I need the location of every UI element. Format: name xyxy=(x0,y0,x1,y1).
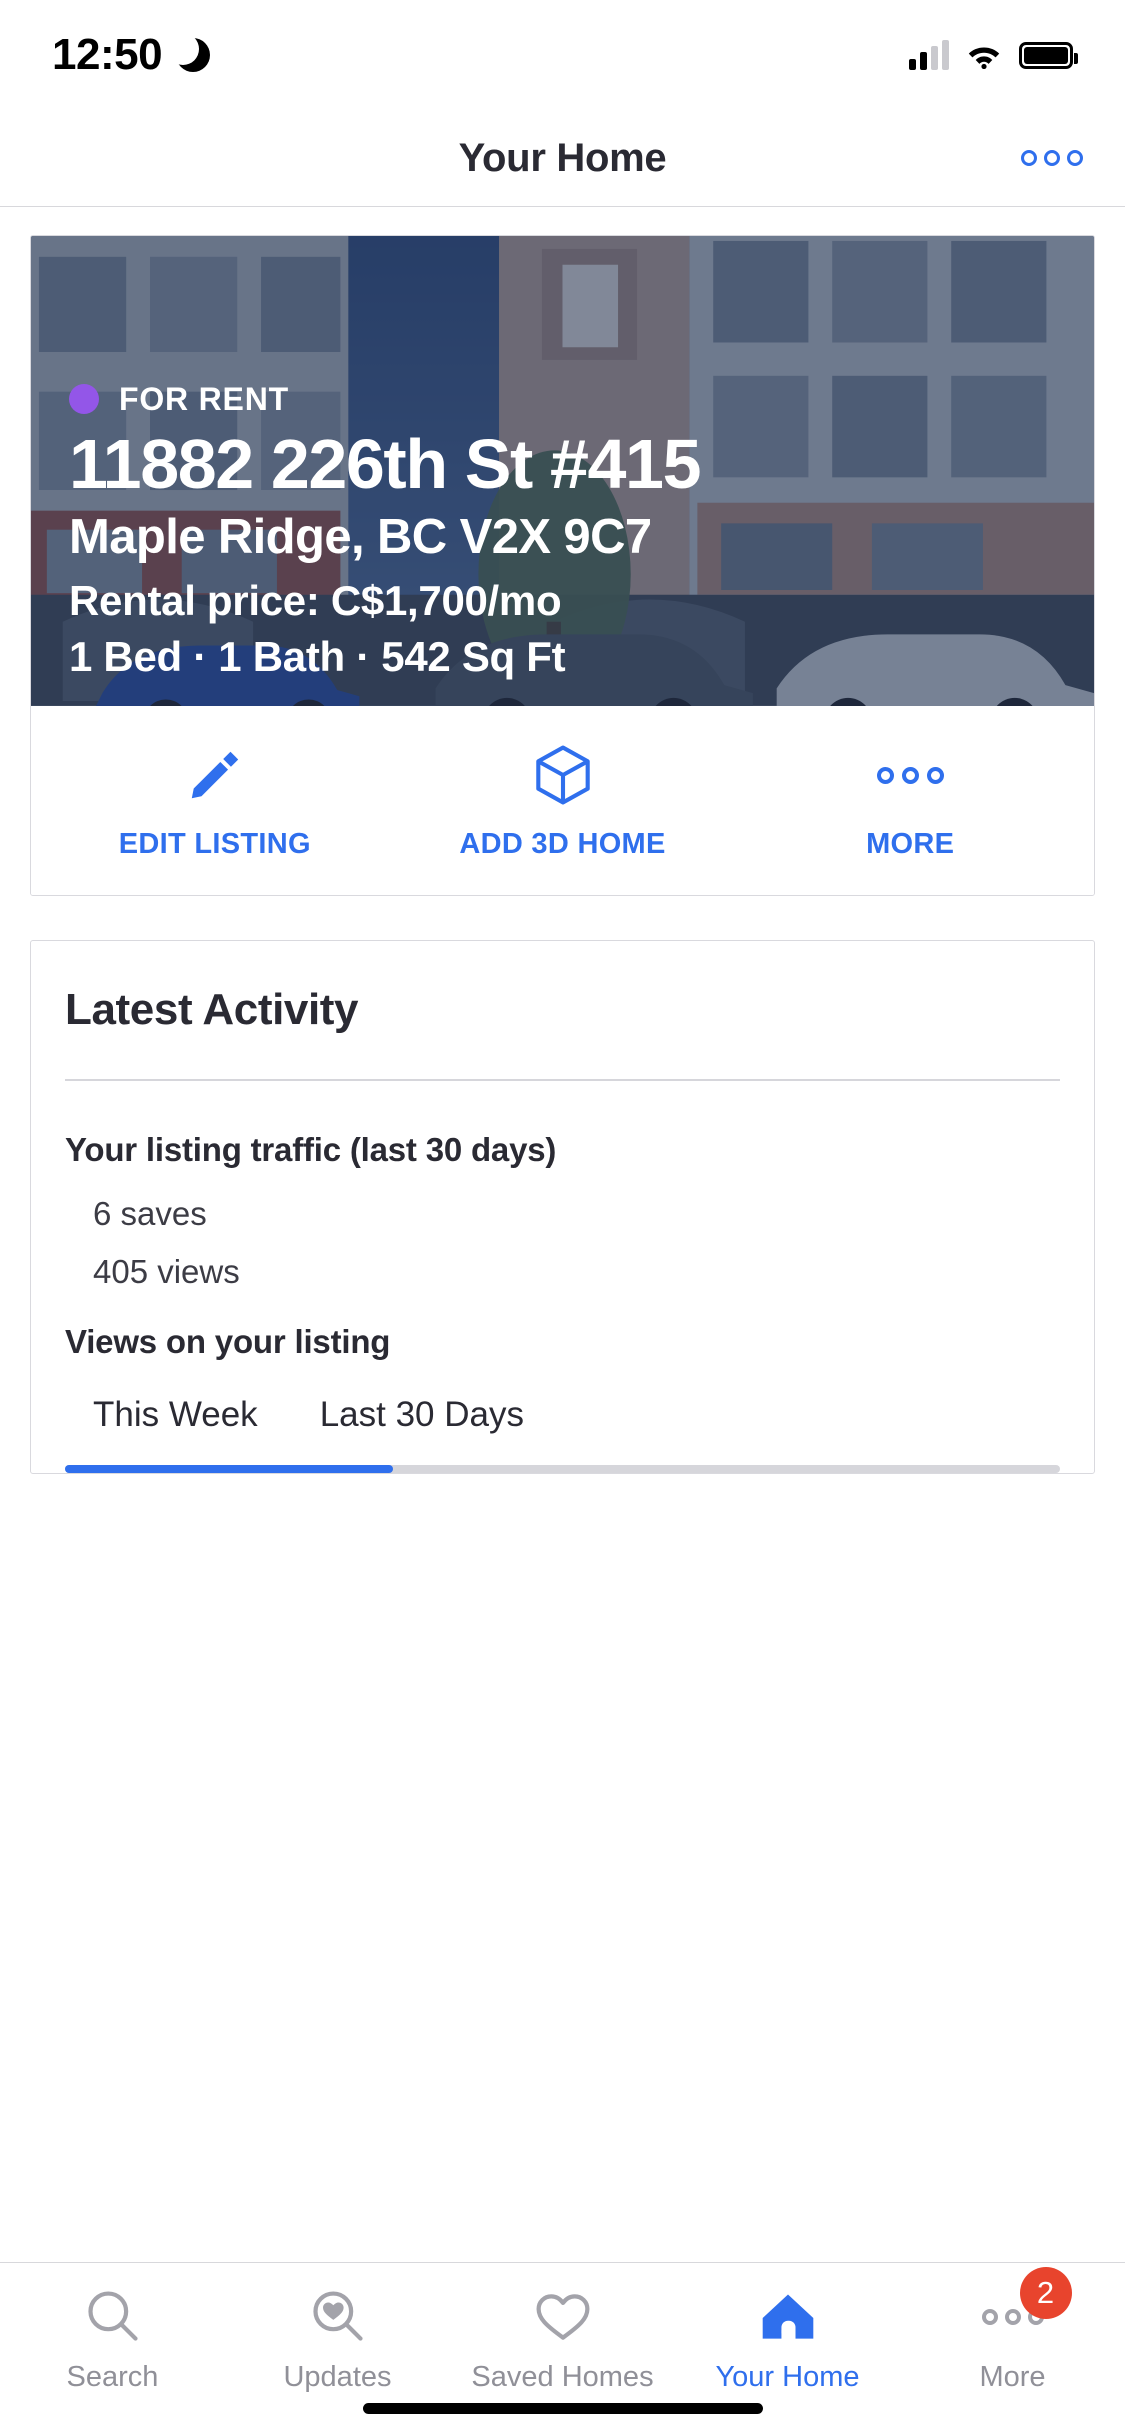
tab-your-home[interactable]: Your Home xyxy=(675,2285,900,2394)
ellipsis-icon xyxy=(876,744,944,806)
listing-price: Rental price: C$1,700/mo xyxy=(69,577,562,625)
tab-more-label: More xyxy=(979,2361,1046,2393)
edit-listing-button[interactable]: EDIT LISTING xyxy=(41,744,389,861)
activity-title: Latest Activity xyxy=(65,985,359,1034)
listing-card[interactable]: FOR RENT 11882 226th St #415 Maple Ridge… xyxy=(30,235,1095,896)
activity-divider xyxy=(65,1079,1060,1081)
tab-updates[interactable]: Updates xyxy=(225,2285,450,2394)
notification-badge: 2 xyxy=(1019,2267,1072,2319)
pencil-icon xyxy=(186,744,244,806)
scroll-content: FOR RENT 11882 226th St #415 Maple Ridge… xyxy=(0,207,1125,2436)
search-heart-icon xyxy=(308,2285,368,2349)
cellular-signal-icon xyxy=(909,40,949,70)
tab-more[interactable]: 2 More xyxy=(900,2267,1125,2394)
tab-saved-homes[interactable]: Saved Homes xyxy=(450,2285,675,2394)
listing-address: 11882 226th St #415 xyxy=(69,424,702,503)
listing-more-button[interactable]: MORE xyxy=(736,744,1084,861)
cube-3d-icon xyxy=(533,744,593,806)
status-bar-right xyxy=(909,40,1078,70)
listing-hero[interactable]: FOR RENT 11882 226th St #415 Maple Ridge… xyxy=(31,236,1094,706)
views-stat: 405 views xyxy=(93,1253,240,1290)
wifi-icon xyxy=(965,41,1003,70)
ellipsis-icon xyxy=(1021,150,1037,166)
listing-action-bar: EDIT LISTING ADD 3D HOME MORE xyxy=(31,706,1094,895)
add-3d-home-label: ADD 3D HOME xyxy=(459,828,666,860)
app-screen: 12:50 Your Home FOR RENT 11882 226th St … xyxy=(0,0,1125,2436)
tab-updates-label: Updates xyxy=(283,2361,392,2393)
header-more-button[interactable] xyxy=(1021,150,1083,166)
tab-saved-homes-label: Saved Homes xyxy=(471,2361,654,2393)
status-badge: FOR RENT xyxy=(69,381,1056,418)
listing-more-label: MORE xyxy=(866,828,955,860)
listing-details: FOR RENT 11882 226th St #415 Maple Ridge… xyxy=(69,381,1056,684)
home-indicator xyxy=(362,2403,763,2414)
status-time: 12:50 xyxy=(52,30,163,79)
nav-header: Your Home xyxy=(0,110,1125,207)
saves-stat: 6 saves xyxy=(93,1195,207,1232)
tab-underline-track xyxy=(65,1465,1060,1473)
heart-icon xyxy=(533,2285,593,2349)
latest-activity-card: Latest Activity Your listing traffic (la… xyxy=(30,940,1095,1474)
listing-city: Maple Ridge, BC V2X 9C7 xyxy=(69,509,652,564)
tab-this-week[interactable]: This Week xyxy=(93,1395,320,1435)
search-icon xyxy=(83,2285,143,2349)
views-tabs: This Week Last 30 Days xyxy=(65,1395,1060,1435)
ellipsis-icon xyxy=(1067,150,1083,166)
tab-search-label: Search xyxy=(66,2361,159,2393)
ellipsis-icon xyxy=(1044,150,1060,166)
add-3d-home-button[interactable]: ADD 3D HOME xyxy=(389,744,737,861)
views-section-title: Views on your listing xyxy=(65,1323,391,1360)
page-title: Your Home xyxy=(458,135,667,180)
tab-your-home-label: Your Home xyxy=(715,2361,860,2393)
status-dot-icon xyxy=(69,384,99,415)
crescent-moon-icon xyxy=(167,33,211,72)
tab-active-indicator xyxy=(65,1465,394,1473)
listing-facts: 1 Bed · 1 Bath · 542 Sq Ft xyxy=(69,632,566,680)
battery-full-icon xyxy=(1019,41,1078,69)
traffic-title: Your listing traffic (last 30 days) xyxy=(65,1131,557,1168)
ellipsis-icon: 2 xyxy=(981,2267,1072,2349)
tab-search[interactable]: Search xyxy=(0,2285,225,2394)
status-bar: 12:50 xyxy=(0,0,1125,110)
tab-last-30-days[interactable]: Last 30 Days xyxy=(320,1395,586,1435)
edit-listing-label: EDIT LISTING xyxy=(118,828,311,860)
status-bar-left: 12:50 xyxy=(52,30,211,80)
house-icon xyxy=(758,2285,818,2349)
status-label: FOR RENT xyxy=(119,380,289,417)
